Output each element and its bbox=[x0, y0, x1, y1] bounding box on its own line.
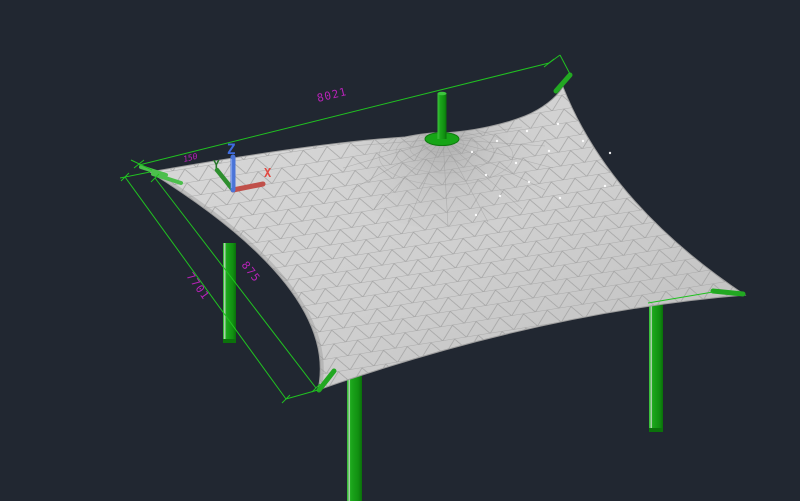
model-space-canvas[interactable]: 8021 7701 875 150 Z Y X bbox=[0, 0, 800, 501]
ucs-y-label: Y bbox=[213, 158, 220, 171]
corner-strut-right[interactable] bbox=[713, 291, 743, 294]
cad-viewport[interactable]: 8021 7701 875 150 Z Y X bbox=[0, 0, 800, 501]
mast-pole[interactable] bbox=[438, 93, 447, 139]
ucs-x-label: X bbox=[264, 166, 272, 180]
column-bottom[interactable] bbox=[347, 374, 362, 501]
mast-pole-top bbox=[438, 92, 447, 96]
ucs-z-label: Z bbox=[227, 142, 235, 158]
column-right[interactable] bbox=[649, 301, 663, 432]
